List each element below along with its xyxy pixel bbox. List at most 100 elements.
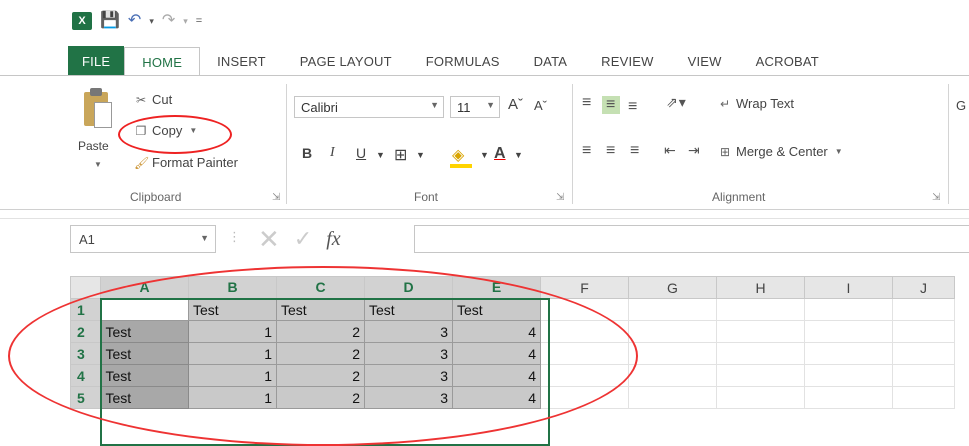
font-size-select[interactable]: 11 ▼: [450, 96, 500, 118]
tab-data[interactable]: DATA: [517, 46, 585, 76]
name-box[interactable]: A1 ▼: [70, 225, 216, 253]
cell-g1[interactable]: [628, 298, 717, 321]
font-name-select[interactable]: Calibri ▼: [294, 96, 444, 118]
italic-button[interactable]: I: [330, 145, 335, 161]
column-header[interactable]: J: [892, 276, 955, 299]
formula-bar-grip-icon[interactable]: ⋮: [228, 229, 241, 245]
cell-h4[interactable]: [716, 364, 805, 387]
align-left-icon[interactable]: ≡: [582, 142, 592, 160]
tab-page-layout[interactable]: PAGE LAYOUT: [283, 46, 409, 76]
cell-g4[interactable]: [628, 364, 717, 387]
paintbrush-icon: 🖌: [134, 155, 150, 170]
align-right-icon[interactable]: ≡: [630, 142, 640, 160]
bold-button[interactable]: B: [302, 145, 312, 161]
cell-g5[interactable]: [628, 386, 717, 409]
range-highlight-annotation: [8, 266, 638, 446]
undo-dropdown-icon[interactable]: ▾: [149, 16, 154, 26]
grow-font-icon[interactable]: Aˇ: [508, 96, 523, 113]
borders-icon[interactable]: ⊞: [394, 145, 407, 165]
cell-j4[interactable]: [892, 364, 955, 387]
cell-h3[interactable]: [716, 342, 805, 365]
tab-insert[interactable]: INSERT: [200, 46, 283, 76]
tab-file[interactable]: FILE: [68, 46, 125, 76]
clipboard-group-label: Clipboard: [130, 190, 182, 204]
enter-icon[interactable]: ✓: [294, 228, 312, 250]
cell-i2[interactable]: [804, 320, 893, 343]
redo-dropdown-icon[interactable]: ▾: [183, 16, 188, 26]
formula-bar-divider: [0, 218, 969, 219]
merge-dropdown-icon[interactable]: ▼: [832, 145, 846, 159]
font-name-value: Calibri: [301, 99, 338, 115]
tab-acrobat[interactable]: ACROBAT: [739, 46, 836, 76]
cut-label: Cut: [152, 92, 173, 107]
chevron-down-icon: ▼: [430, 100, 439, 110]
ribbon-tabs: FILE HOME INSERT PAGE LAYOUT FORMULAS DA…: [68, 46, 836, 77]
paste-dropdown-icon[interactable]: ▼: [94, 160, 102, 169]
cell-j2[interactable]: [892, 320, 955, 343]
save-icon[interactable]: 💾: [100, 13, 120, 29]
formula-input[interactable]: [414, 225, 969, 253]
font-size-value: 11: [457, 99, 471, 115]
cell-g2[interactable]: [628, 320, 717, 343]
cell-i5[interactable]: [804, 386, 893, 409]
redo-icon[interactable]: ↷: [162, 13, 175, 29]
font-launcher-icon[interactable]: ⇲: [556, 192, 564, 203]
undo-icon[interactable]: ↶: [128, 13, 141, 29]
middle-align-icon[interactable]: ≡: [602, 96, 621, 114]
column-header[interactable]: G: [628, 276, 717, 299]
tab-view[interactable]: VIEW: [671, 46, 739, 76]
cell-h5[interactable]: [716, 386, 805, 409]
merge-center-button[interactable]: ⊞ Merge & Center ▼: [718, 144, 846, 159]
orientation-icon[interactable]: ⇗▾: [666, 94, 687, 111]
alignment-launcher-icon[interactable]: ⇲: [932, 192, 940, 203]
increase-indent-icon[interactable]: ⇥: [688, 142, 701, 159]
font-color-icon[interactable]: A: [494, 145, 506, 163]
fill-color-icon[interactable]: ◈: [452, 145, 464, 165]
merge-center-label: Merge & Center: [736, 144, 828, 159]
paste-label[interactable]: Paste: [78, 139, 109, 153]
font-color-dropdown-icon[interactable]: ▼: [514, 150, 523, 160]
wrap-text-icon: ↵: [719, 96, 731, 111]
cell-j1[interactable]: [892, 298, 955, 321]
underline-button[interactable]: U: [356, 145, 366, 161]
underline-dropdown-icon[interactable]: ▼: [376, 150, 385, 160]
tab-home[interactable]: HOME: [124, 47, 201, 77]
decrease-indent-icon[interactable]: ⇤: [664, 142, 677, 159]
column-header[interactable]: H: [716, 276, 805, 299]
cell-h2[interactable]: [716, 320, 805, 343]
font-group-label: Font: [414, 190, 439, 204]
shrink-font-icon[interactable]: Aˇ: [534, 98, 547, 113]
clip-icon: [90, 88, 102, 96]
tab-formulas[interactable]: FORMULAS: [409, 46, 517, 76]
formula-buttons: ✕ ✓ fx: [248, 225, 414, 253]
align-center-icon[interactable]: ≡: [606, 142, 616, 160]
quick-access-toolbar: X 💾 ↶ ▾ ↷ ▾ =: [72, 8, 202, 34]
fill-color-swatch: [450, 164, 472, 168]
wrap-text-button[interactable]: ↵ Wrap Text: [718, 96, 794, 111]
paste-button[interactable]: [80, 86, 114, 132]
cell-j5[interactable]: [892, 386, 955, 409]
column-header[interactable]: I: [804, 276, 893, 299]
bottom-align-icon[interactable]: ≡: [628, 98, 638, 116]
cancel-icon[interactable]: ✕: [258, 226, 280, 252]
fill-color-dropdown-icon[interactable]: ▼: [480, 150, 489, 160]
cell-i1[interactable]: [804, 298, 893, 321]
copy-highlight-annotation: [118, 115, 232, 154]
cell-i3[interactable]: [804, 342, 893, 365]
borders-dropdown-icon[interactable]: ▼: [416, 150, 425, 160]
cell-g3[interactable]: [628, 342, 717, 365]
customize-icon[interactable]: =: [196, 15, 202, 27]
top-align-icon[interactable]: ≡: [582, 94, 592, 112]
number-format-select[interactable]: G: [956, 98, 966, 113]
tab-review[interactable]: REVIEW: [584, 46, 670, 76]
excel-logo-icon: X: [72, 12, 92, 30]
format-painter-button[interactable]: 🖌 Format Painter: [134, 155, 238, 170]
paste-sheet-icon: [94, 102, 112, 128]
clipboard-launcher-icon[interactable]: ⇲: [272, 192, 280, 203]
alignment-group-label: Alignment: [712, 190, 766, 204]
insert-function-button[interactable]: fx: [326, 228, 340, 251]
cell-i4[interactable]: [804, 364, 893, 387]
cut-button[interactable]: ✂ Cut: [134, 92, 172, 107]
cell-j3[interactable]: [892, 342, 955, 365]
cell-h1[interactable]: [716, 298, 805, 321]
